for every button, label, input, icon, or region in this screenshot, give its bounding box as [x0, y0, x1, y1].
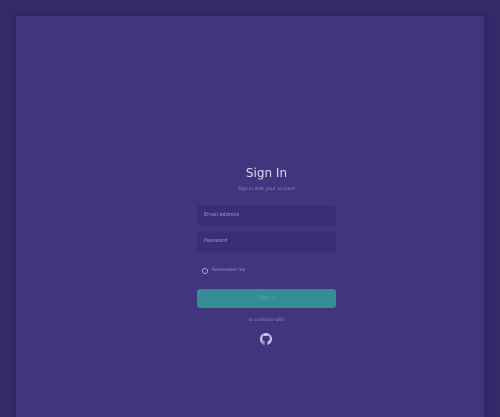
page-title: Sign In — [245, 166, 288, 180]
signin-button[interactable]: Sign in — [197, 289, 336, 308]
remember-me-toggle[interactable]: Remember me — [202, 266, 245, 275]
password-field[interactable]: Password — [197, 231, 336, 252]
signin-form: Sign In Sign in with your account Email … — [197, 164, 336, 345]
signin-subtitle: Sign in with your account — [237, 187, 296, 192]
app-frame: Sign In Sign in with your account Email … — [16, 16, 484, 417]
remember-me-checkbox[interactable] — [202, 267, 208, 274]
remember-me-label: Remember me — [212, 268, 246, 273]
password-placeholder: Password — [204, 238, 228, 244]
github-icon[interactable] — [260, 333, 272, 345]
email-field[interactable]: Email address — [197, 205, 336, 226]
email-placeholder: Email address — [204, 212, 240, 218]
alternate-signin-label: or continue with — [248, 318, 285, 323]
